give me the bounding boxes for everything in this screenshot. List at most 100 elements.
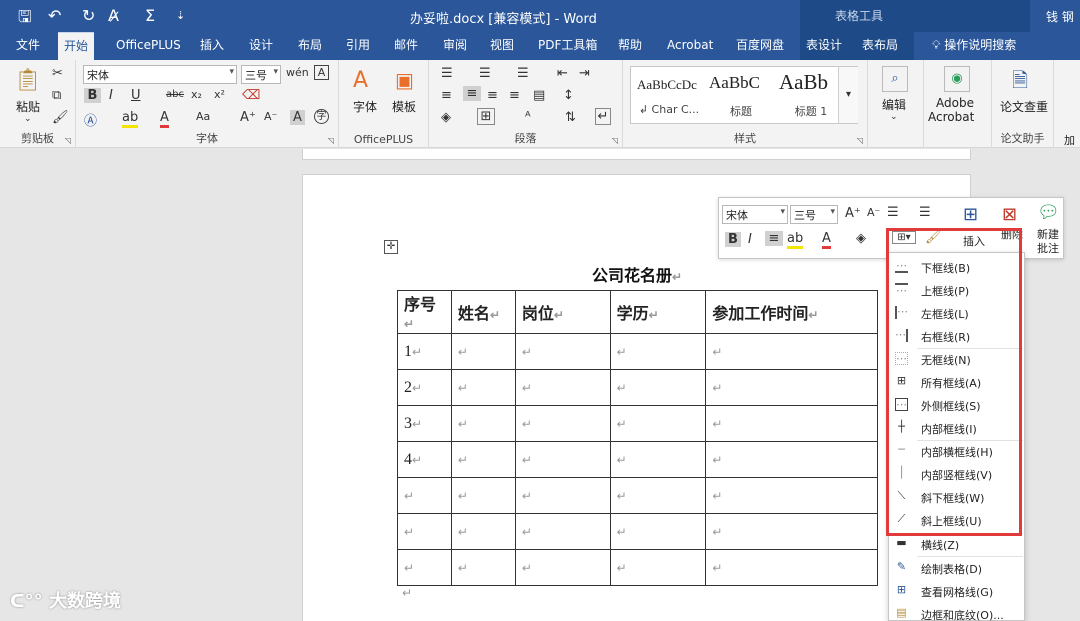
table-header-cell[interactable]: 学历↵ xyxy=(609,290,707,334)
tab-insert[interactable]: 插入 xyxy=(194,32,230,60)
font-color-icon[interactable]: A xyxy=(160,110,169,128)
table-cell[interactable]: 3↵ xyxy=(397,405,452,442)
table-cell[interactable]: ↵ xyxy=(705,549,878,586)
table-header-cell[interactable]: 序号↵ xyxy=(397,290,452,334)
table-cell[interactable]: ↵ xyxy=(609,441,707,478)
table-cell[interactable]: ↵ xyxy=(450,549,516,586)
increase-indent-icon[interactable]: ⇥ xyxy=(579,66,590,81)
text-effects-icon[interactable]: Ⓐ xyxy=(84,110,97,129)
tab-officeplus[interactable]: OfficePLUS xyxy=(110,32,187,60)
cut-icon[interactable]: ✂ xyxy=(52,66,63,81)
menu-item-all-borders[interactable]: ⊞ 所有框线(A) xyxy=(889,370,1024,393)
menu-item-inside-horizontal-border[interactable]: ─ 内部横框线(H) xyxy=(889,439,1024,462)
tell-me-search[interactable]: 💡︎ 操作说明搜索 xyxy=(926,32,1022,60)
tab-references[interactable]: 引用 xyxy=(340,32,376,60)
tab-view[interactable]: 视图 xyxy=(484,32,520,60)
table-cell[interactable]: ↵ xyxy=(609,333,707,370)
borders-icon[interactable]: ⊞ xyxy=(477,108,495,125)
table-cell[interactable]: ↵ xyxy=(514,513,611,550)
copy-icon[interactable]: ⧉ xyxy=(52,88,61,103)
user-name[interactable]: 钱 钢 xyxy=(1046,8,1074,25)
paste-button[interactable]: 粘贴 xyxy=(16,98,40,115)
align-left-icon[interactable]: ≡ xyxy=(441,88,452,103)
paste-dropdown-icon[interactable]: ⌄ xyxy=(24,114,32,124)
tab-review[interactable]: 审阅 xyxy=(437,32,473,60)
mini-shrink-font-icon[interactable]: A⁻ xyxy=(867,206,880,219)
editing-button[interactable]: 编辑 xyxy=(882,96,906,113)
table-cell[interactable]: 2↵ xyxy=(397,369,452,406)
menu-item-inside-vertical-border[interactable]: │ 内部竖框线(V) xyxy=(889,462,1024,485)
format-painter-icon[interactable]: 🖌︎ xyxy=(52,110,69,125)
mini-shading-icon[interactable]: ◈ xyxy=(856,231,866,246)
menu-item-view-gridlines[interactable]: ⊞ 查看网格线(G) xyxy=(889,579,1024,602)
table-cell[interactable]: ↵ xyxy=(705,513,878,550)
menu-item-diagonal-down-border[interactable]: ⟍ 斜下框线(W) xyxy=(889,485,1024,508)
officeplus-template-button[interactable]: 模板 xyxy=(392,98,416,115)
tab-file[interactable]: 文件 xyxy=(10,32,46,60)
table-cell[interactable]: ↵ xyxy=(397,513,452,550)
table-cell[interactable]: 4↵ xyxy=(397,441,452,478)
mini-font-color-icon[interactable]: A xyxy=(822,231,831,249)
officeplus-template-icon[interactable]: ▣ xyxy=(395,68,414,92)
menu-item-outside-borders[interactable]: ⋯ 外侧框线(S) xyxy=(889,393,1024,416)
shrink-font-icon[interactable]: A⁻ xyxy=(264,110,277,123)
officeplus-font-icon[interactable]: A xyxy=(353,68,368,93)
mini-bold-icon[interactable]: B xyxy=(725,232,741,247)
officeplus-font-button[interactable]: 字体 xyxy=(353,98,377,115)
style-item[interactable]: AaBb 标题 1 xyxy=(775,67,847,123)
tab-layout[interactable]: 布局 xyxy=(292,32,328,60)
mini-format-painter-icon[interactable]: 🖌︎ xyxy=(925,230,942,245)
bold-icon[interactable]: B xyxy=(84,88,101,103)
superscript-icon[interactable]: x² xyxy=(214,88,225,101)
asian-layout-icon[interactable]: ᴬ xyxy=(525,110,531,125)
table-cell[interactable]: ↵ xyxy=(450,333,516,370)
mini-grow-font-icon[interactable]: A⁺ xyxy=(845,206,861,221)
find-icon[interactable]: ⌕ xyxy=(882,66,908,92)
table-header-cell[interactable]: 姓名↵ xyxy=(450,290,516,334)
table-cell[interactable]: ↵ xyxy=(450,477,516,514)
multilevel-list-icon[interactable]: ☰ xyxy=(517,66,529,81)
tab-help[interactable]: 帮助 xyxy=(612,32,648,60)
menu-item-no-border[interactable]: ⋯ 无框线(N) xyxy=(889,347,1024,370)
spelling-icon[interactable]: A̷ xyxy=(108,6,119,25)
table-cell[interactable]: ↵ xyxy=(450,513,516,550)
styles-launcher-icon[interactable]: ◹ xyxy=(857,136,863,145)
phonetic-guide-icon[interactable]: wén xyxy=(286,66,309,79)
customize-quick-access-icon[interactable]: ⇣ xyxy=(176,9,185,22)
clipboard-launcher-icon[interactable]: ◹ xyxy=(65,136,71,145)
acrobat-icon[interactable]: ◉ xyxy=(944,66,970,92)
table-cell[interactable]: ↵ xyxy=(514,549,611,586)
insert-table-icon[interactable]: ⊞ xyxy=(963,204,978,225)
tab-home[interactable]: 开始 xyxy=(58,32,95,60)
mini-numbering-icon[interactable]: ☰ xyxy=(919,205,931,220)
distributed-icon[interactable]: ▤ xyxy=(533,88,545,103)
table-header-cell[interactable]: 参加工作时间↵ xyxy=(705,290,878,334)
new-comment-icon[interactable]: 💬︎ xyxy=(1037,202,1060,223)
subscript-icon[interactable]: x₂ xyxy=(191,88,202,101)
font-name-combo[interactable]: 宋体 ▾ xyxy=(83,65,237,84)
table-cell[interactable]: ↵ xyxy=(705,405,878,442)
table-cell[interactable]: ↵ xyxy=(450,405,516,442)
table-cell[interactable]: ↵ xyxy=(514,369,611,406)
menu-item-horizontal-line[interactable]: ▬ 横线(Z) xyxy=(889,532,1024,555)
align-right-icon[interactable]: ≡ xyxy=(487,88,498,103)
italic-icon[interactable]: I xyxy=(109,88,113,103)
table-cell[interactable]: ↵ xyxy=(609,549,707,586)
table-cell[interactable]: ↵ xyxy=(705,441,878,478)
menu-item-bottom-border[interactable]: ⋯ 下框线(B) xyxy=(889,255,1024,278)
table-cell[interactable]: ↵ xyxy=(609,405,707,442)
sort-icon[interactable]: ⇅ xyxy=(565,110,576,125)
justify-icon[interactable]: ≡ xyxy=(509,88,520,103)
underline-icon[interactable]: U xyxy=(131,88,141,103)
bullets-icon[interactable]: ☰ xyxy=(441,66,453,81)
table-cell[interactable]: ↵ xyxy=(514,333,611,370)
roster-table[interactable]: 序号↵ 姓名↵ 岗位↵ 学历↵ 参加工作时间↵ 1↵ ↵ ↵ ↵ ↵ 2↵ ↵ … xyxy=(397,290,878,586)
menu-item-top-border[interactable]: ⋯ 上框线(P) xyxy=(889,278,1024,301)
font-size-combo[interactable]: 三号 ▾ xyxy=(241,65,281,84)
table-cell[interactable]: ↵ xyxy=(450,441,516,478)
menu-item-left-border[interactable]: ⋯ 左框线(L) xyxy=(889,301,1024,324)
styles-more-icon[interactable]: ▾ xyxy=(838,67,858,123)
line-spacing-icon[interactable]: ↕ xyxy=(563,88,574,103)
table-move-handle-icon[interactable]: ✛ xyxy=(384,240,398,254)
shading-icon[interactable]: ◈ xyxy=(441,110,451,125)
